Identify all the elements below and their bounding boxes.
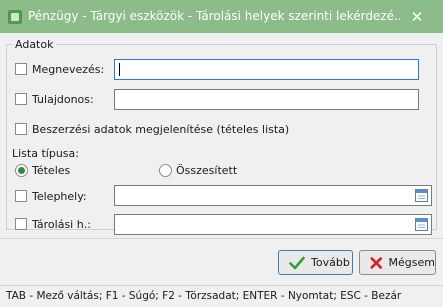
telephely-checkbox[interactable] [15, 190, 27, 202]
megsem-label: Mégsem [388, 256, 435, 269]
text-caret [119, 63, 120, 76]
tulajdonos-input[interactable] [114, 89, 419, 110]
megsem-button[interactable]: Mégsem [359, 250, 436, 275]
osszesitett-radio[interactable] [159, 164, 172, 177]
teteles-radio[interactable] [15, 164, 28, 177]
telephely-label: Telephely: [32, 190, 87, 203]
tarolasi-label: Tárolási h.: [32, 218, 91, 231]
tulajdonos-checkbox[interactable] [15, 93, 27, 105]
osszesitett-label: Összesített [176, 164, 238, 177]
tovabb-label: Tovább [311, 256, 350, 269]
x-icon [370, 256, 383, 269]
megnevezes-input[interactable] [114, 59, 419, 80]
lista-tipusa-label: Lista típusa: [12, 147, 79, 160]
group-title: Adatok [12, 38, 57, 51]
teteles-label: Tételes [32, 164, 71, 177]
close-button[interactable]: ✕ [405, 6, 429, 28]
tarolasi-input[interactable] [114, 214, 432, 235]
window-title: Pénzügy - Tárgyi eszközök - Tárolási hel… [28, 9, 400, 23]
dialog-window: Pénzügy - Tárgyi eszközök - Tárolási hel… [0, 0, 443, 307]
title-bar[interactable]: Pénzügy - Tárgyi eszközök - Tárolási hel… [0, 0, 443, 33]
calendar-icon[interactable] [415, 218, 428, 231]
calendar-icon[interactable] [415, 189, 428, 202]
check-icon [289, 256, 305, 269]
footer-divider [0, 238, 443, 239]
tarolasi-checkbox[interactable] [15, 218, 27, 230]
megnevezes-checkbox[interactable] [15, 63, 27, 75]
beszerzesi-checkbox[interactable] [15, 123, 27, 135]
beszerzesi-label: Beszerzési adatok megjelenítése (tételes… [32, 123, 290, 136]
telephely-input[interactable] [114, 185, 432, 206]
app-icon [8, 10, 22, 24]
status-bar: TAB - Mező váltás; F1 - Súgó; F2 - Törzs… [0, 285, 443, 307]
megnevezes-label: Megnevezés: [32, 63, 105, 76]
tovabb-button[interactable]: Tovább [278, 250, 353, 275]
tulajdonos-label: Tulajdonos: [32, 93, 94, 106]
